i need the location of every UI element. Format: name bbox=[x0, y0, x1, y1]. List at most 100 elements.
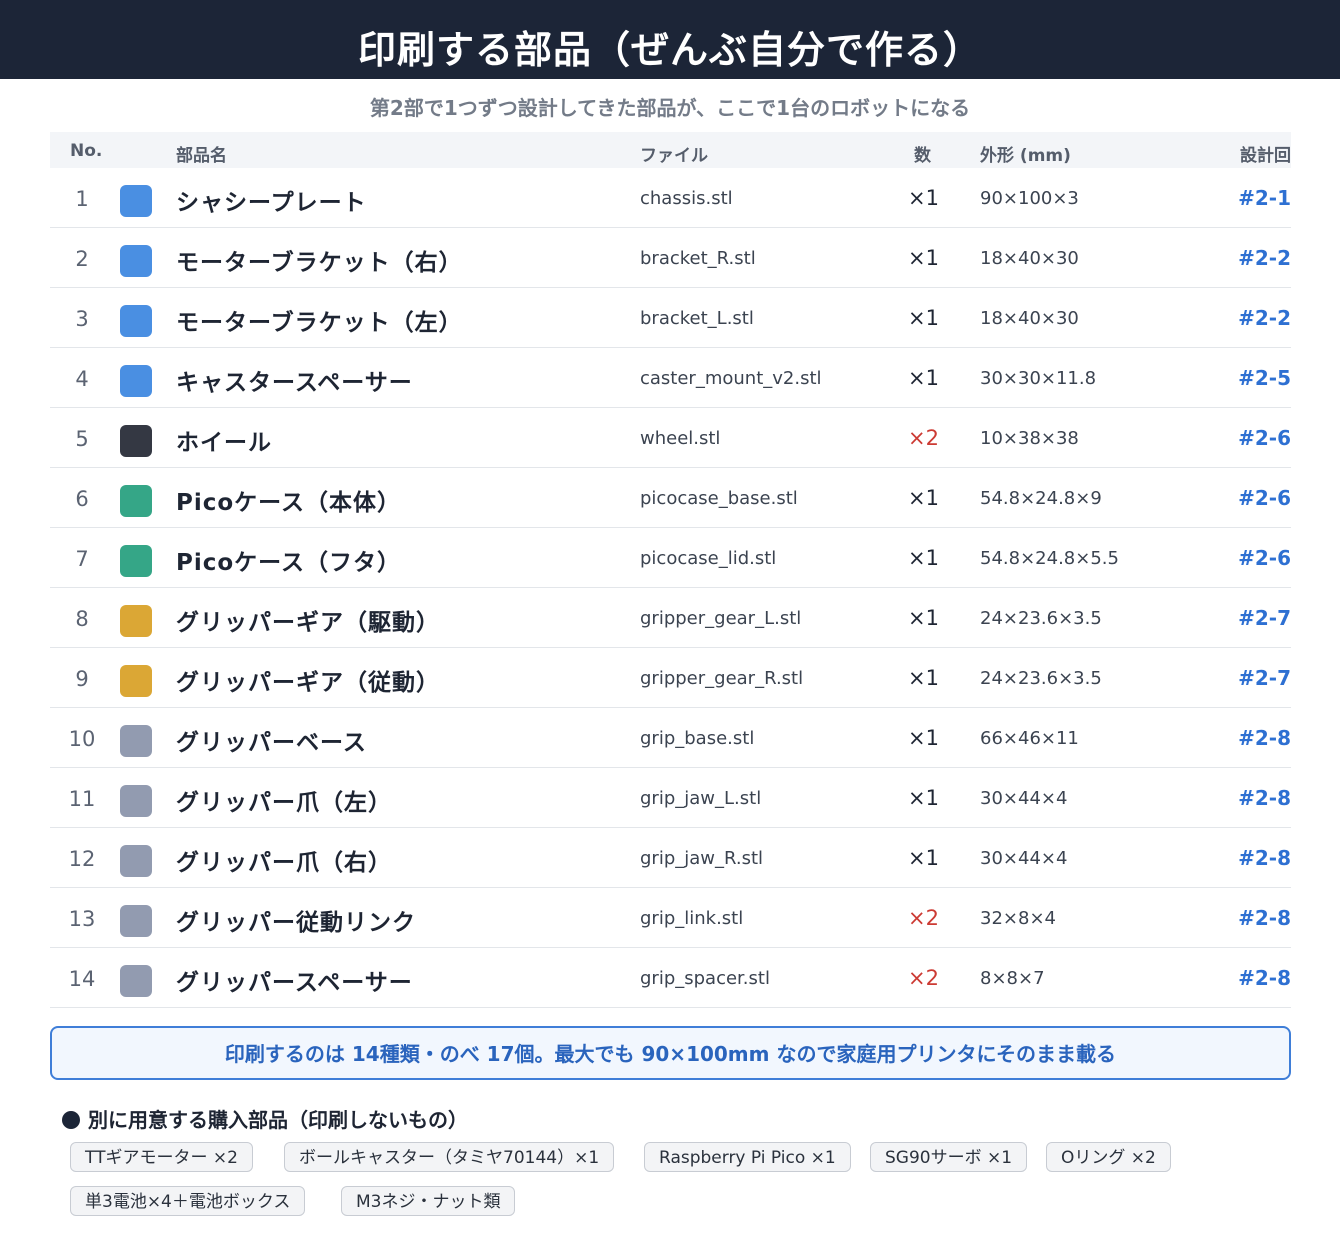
table-row: 4 キャスタースペーサー caster_mount_v2.stl ×1 30×30×11… bbox=[50, 348, 1291, 408]
part-quantity: ×1 bbox=[908, 486, 939, 510]
design-ref-link[interactable]: #2-2 bbox=[1238, 306, 1291, 330]
part-name: グリッパー爪（左） bbox=[176, 790, 392, 816]
design-ref-link[interactable]: #2-8 bbox=[1238, 786, 1291, 810]
purchased-part-chip: TTギアモーター ×2 bbox=[70, 1142, 253, 1172]
part-name: モーターブラケット（左） bbox=[176, 310, 463, 336]
table-row: 1 シャシープレート chassis.stl ×1 90×100×3 #2-1 bbox=[50, 168, 1291, 228]
col-header-qty: 数 bbox=[914, 146, 931, 166]
part-quantity: ×1 bbox=[908, 726, 939, 750]
part-file: caster_mount_v2.stl bbox=[640, 368, 822, 389]
part-quantity: ×2 bbox=[908, 906, 939, 930]
part-dimensions: 54.8×24.8×5.5 bbox=[980, 548, 1119, 569]
part-number: 2 bbox=[75, 247, 89, 271]
part-quantity: ×1 bbox=[908, 666, 939, 690]
table-row: 5 ホイール wheel.stl ×2 10×38×38 #2-6 bbox=[50, 408, 1291, 468]
col-header-name: 部品名 bbox=[176, 146, 227, 166]
color-swatch bbox=[120, 245, 152, 277]
parts-table: No. 部品名 ファイル 数 外形 (mm) 設計回 1 シャシープレート chas… bbox=[50, 132, 1291, 1008]
part-quantity: ×1 bbox=[908, 306, 939, 330]
color-swatch bbox=[120, 545, 152, 577]
part-number: 11 bbox=[68, 787, 96, 811]
part-file: gripper_gear_L.stl bbox=[640, 608, 802, 629]
color-swatch bbox=[120, 725, 152, 757]
part-quantity: ×1 bbox=[908, 606, 939, 630]
purchased-part-chip: SG90サーボ ×1 bbox=[870, 1142, 1028, 1172]
col-header-dims: 外形 (mm) bbox=[980, 146, 1071, 166]
part-name: Picoケース（フタ） bbox=[176, 550, 402, 576]
part-number: 12 bbox=[68, 847, 96, 871]
design-ref-link[interactable]: #2-7 bbox=[1238, 606, 1291, 630]
part-dimensions: 10×38×38 bbox=[980, 428, 1079, 449]
part-quantity: ×1 bbox=[908, 786, 939, 810]
part-dimensions: 54.8×24.8×9 bbox=[980, 488, 1102, 509]
part-name: グリッパーベース bbox=[176, 730, 367, 756]
page-subtitle: 第2部で1つずつ設計してきた部品が、ここで1台のロボットになる bbox=[369, 96, 971, 120]
table-row: 2 モーターブラケット（右） bracket_R.stl ×1 18×40×30 #2-2 bbox=[50, 228, 1291, 288]
summary-callout: 印刷するのは 14種類・のべ 17個。最大でも 90×100mm なので家庭用プ… bbox=[50, 1026, 1291, 1080]
part-quantity: ×1 bbox=[908, 366, 939, 390]
design-ref-link[interactable]: #2-7 bbox=[1238, 666, 1291, 690]
design-ref-link[interactable]: #2-5 bbox=[1238, 366, 1291, 390]
part-number: 3 bbox=[75, 307, 89, 331]
purchased-part-chip: Raspberry Pi Pico ×1 bbox=[644, 1142, 851, 1172]
table-row: 12 グリッパー爪（右） grip_jaw_R.stl ×1 30×44×4 #2-8 bbox=[50, 828, 1291, 888]
part-dimensions: 24×23.6×3.5 bbox=[980, 608, 1102, 629]
part-dimensions: 30×44×4 bbox=[980, 848, 1068, 869]
bullet-dot-icon bbox=[62, 1111, 80, 1129]
part-name: Picoケース（本体） bbox=[176, 490, 402, 516]
color-swatch bbox=[120, 185, 152, 217]
part-number: 13 bbox=[68, 907, 96, 931]
table-body: 1 シャシープレート chassis.stl ×1 90×100×3 #2-1 2 モーターブ… bbox=[50, 168, 1291, 1008]
part-name: ホイール bbox=[176, 430, 272, 456]
part-dimensions: 32×8×4 bbox=[980, 908, 1056, 929]
part-name: キャスタースペーサー bbox=[176, 370, 413, 396]
part-file: bracket_L.stl bbox=[640, 308, 754, 329]
table-row: 6 Picoケース（本体） picocase_base.stl ×1 54.8×24.8… bbox=[50, 468, 1291, 528]
design-ref-link[interactable]: #2-8 bbox=[1238, 966, 1291, 990]
col-header-file: ファイル bbox=[640, 146, 708, 166]
part-name: グリッパー従動リンク bbox=[176, 910, 416, 936]
table-header: No. 部品名 ファイル 数 外形 (mm) 設計回 bbox=[50, 132, 1291, 168]
part-quantity: ×1 bbox=[908, 186, 939, 210]
design-ref-link[interactable]: #2-1 bbox=[1238, 186, 1291, 210]
color-swatch bbox=[120, 965, 152, 997]
design-ref-link[interactable]: #2-8 bbox=[1238, 846, 1291, 870]
design-ref-link[interactable]: #2-6 bbox=[1238, 546, 1291, 570]
part-dimensions: 30×30×11.8 bbox=[980, 368, 1097, 389]
design-ref-link[interactable]: #2-8 bbox=[1238, 906, 1291, 930]
part-quantity: ×2 bbox=[908, 426, 939, 450]
color-swatch bbox=[120, 365, 152, 397]
design-ref-link[interactable]: #2-8 bbox=[1238, 726, 1291, 750]
design-ref-link[interactable]: #2-6 bbox=[1238, 486, 1291, 510]
part-number: 10 bbox=[68, 727, 96, 751]
color-swatch bbox=[120, 425, 152, 457]
color-swatch bbox=[120, 905, 152, 937]
part-dimensions: 8×8×7 bbox=[980, 968, 1045, 989]
design-ref-link[interactable]: #2-6 bbox=[1238, 426, 1291, 450]
table-row: 9 グリッパーギア（従動） gripper_gear_R.stl ×1 24×23.6×… bbox=[50, 648, 1291, 708]
part-number: 14 bbox=[68, 967, 96, 991]
part-name: グリッパースペーサー bbox=[176, 970, 413, 996]
part-quantity: ×1 bbox=[908, 546, 939, 570]
color-swatch bbox=[120, 485, 152, 517]
part-number: 7 bbox=[75, 547, 89, 571]
part-quantity: ×1 bbox=[908, 846, 939, 870]
part-quantity: ×2 bbox=[908, 966, 939, 990]
part-file: grip_link.stl bbox=[640, 908, 744, 929]
purchased-part-chip: M3ネジ・ナット類 bbox=[341, 1186, 516, 1216]
col-header-no: No. bbox=[70, 141, 103, 161]
design-ref-link[interactable]: #2-2 bbox=[1238, 246, 1291, 270]
table-row: 14 グリッパースペーサー grip_spacer.stl ×2 8×8×7 #2-8 bbox=[50, 948, 1291, 1008]
part-name: グリッパー爪（右） bbox=[176, 850, 392, 876]
col-header-ref: 設計回 bbox=[1240, 146, 1291, 166]
part-dimensions: 24×23.6×3.5 bbox=[980, 668, 1102, 689]
color-swatch bbox=[120, 665, 152, 697]
table-row: 8 グリッパーギア（駆動） gripper_gear_L.stl ×1 24×23.6×… bbox=[50, 588, 1291, 648]
part-file: picocase_lid.stl bbox=[640, 548, 777, 569]
table-row: 13 グリッパー従動リンク grip_link.stl ×2 32×8×4 #2-8 bbox=[50, 888, 1291, 948]
purchased-part-chip: Oリング ×2 bbox=[1046, 1142, 1171, 1172]
part-number: 4 bbox=[75, 367, 89, 391]
part-dimensions: 18×40×30 bbox=[980, 248, 1079, 269]
color-swatch bbox=[120, 845, 152, 877]
part-name: モーターブラケット（右） bbox=[176, 250, 463, 276]
